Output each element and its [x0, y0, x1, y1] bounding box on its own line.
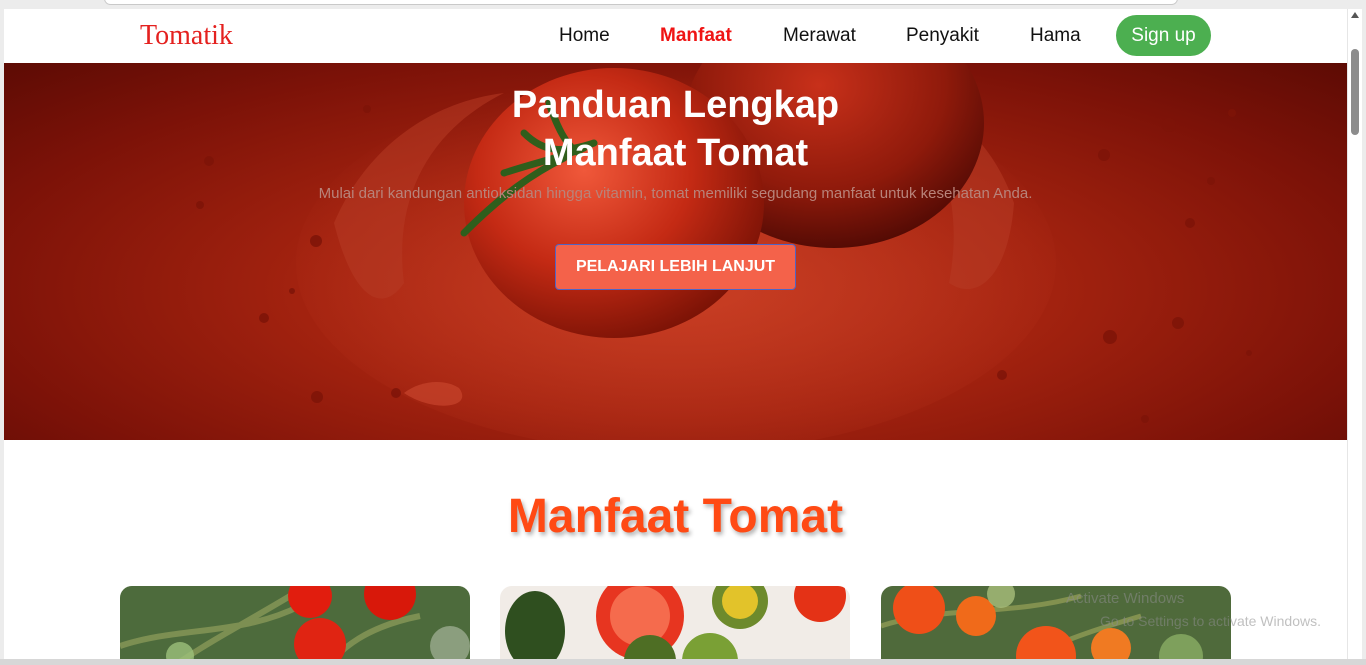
- page-viewport: Tomatik Home Manfaat Merawat Penyakit Ha…: [4, 9, 1347, 659]
- taskbar-edge: [0, 659, 1366, 665]
- hero-section: Panduan Lengkap Manfaat Tomat Mulai dari…: [4, 63, 1347, 440]
- nav-manfaat[interactable]: Manfaat: [660, 25, 732, 47]
- logo[interactable]: Tomatik: [140, 20, 233, 52]
- vertical-scrollbar[interactable]: [1347, 9, 1362, 659]
- browser-chrome: [0, 0, 1366, 9]
- nav-home[interactable]: Home: [559, 25, 610, 47]
- activate-windows-watermark: Activate Windows Go to Settings to activ…: [1066, 588, 1326, 632]
- watermark-line2: Go to Settings to activate Windows.: [1100, 613, 1321, 629]
- nav-merawat[interactable]: Merawat: [783, 25, 856, 47]
- scroll-thumb[interactable]: [1351, 49, 1359, 135]
- nav-hama[interactable]: Hama: [1030, 25, 1081, 47]
- section-title: Manfaat Tomat: [507, 490, 844, 543]
- watermark-line1: Activate Windows: [1066, 590, 1185, 607]
- hero-title-line2: Manfaat Tomat: [542, 132, 809, 174]
- hero-subtitle: Mulai dari kandungan antioksidan hingga …: [318, 185, 1033, 202]
- benefit-card-1[interactable]: [120, 586, 470, 659]
- address-bar[interactable]: [104, 0, 1178, 5]
- signup-button[interactable]: Sign up: [1116, 15, 1211, 56]
- nav-penyakit[interactable]: Penyakit: [906, 25, 979, 47]
- hero-title-line1: Panduan Lengkap: [511, 84, 840, 126]
- tomato-plant-image: [120, 586, 470, 659]
- sliced-tomato-image: [500, 586, 850, 659]
- hero-title: Panduan Lengkap Manfaat Tomat: [4, 81, 1347, 177]
- scroll-up-icon[interactable]: [1351, 12, 1359, 18]
- benefit-card-2[interactable]: [500, 586, 850, 659]
- navbar: Tomatik Home Manfaat Merawat Penyakit Ha…: [4, 9, 1347, 63]
- learn-more-button[interactable]: PELAJARI LEBIH LANJUT: [555, 244, 796, 290]
